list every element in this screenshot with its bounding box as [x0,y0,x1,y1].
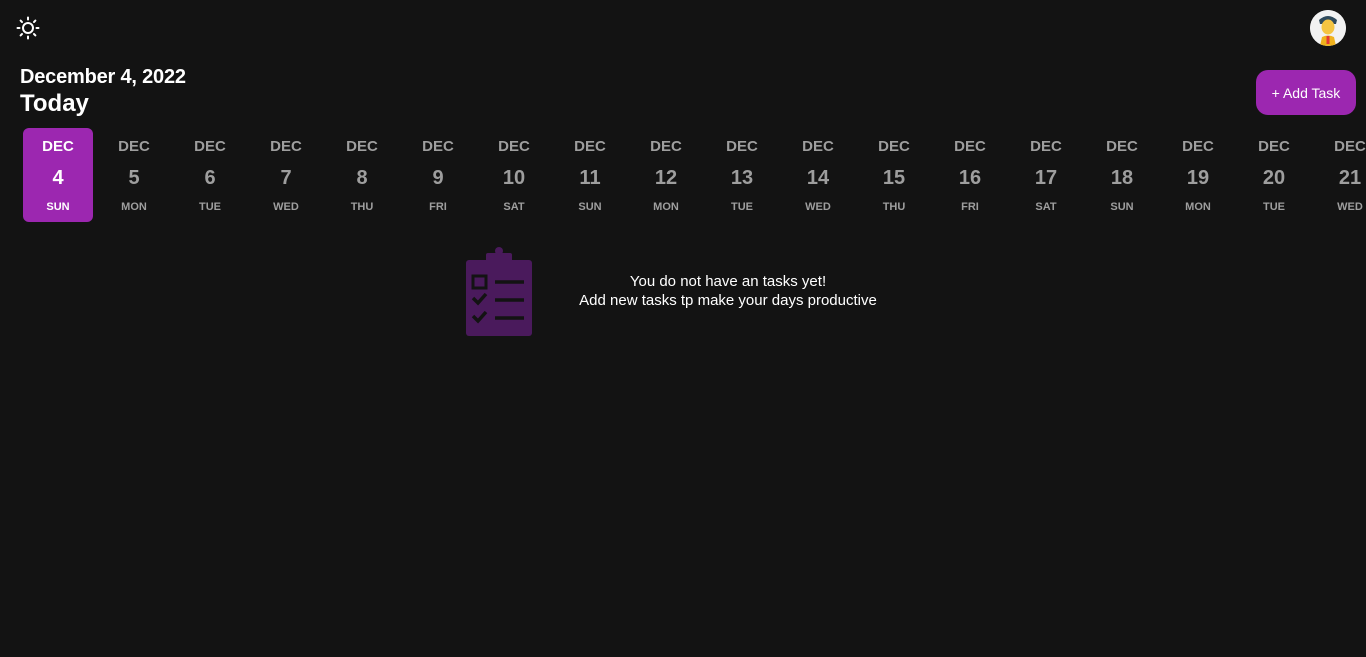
date-item-day: 14 [806,167,830,189]
date-item-day: 11 [579,167,601,189]
date-item-month: DEC [422,138,454,155]
date-item-month: DEC [954,138,986,155]
empty-state-title: You do not have an tasks yet! [629,273,827,290]
date-item-day: 21 [1338,167,1362,189]
empty-state-message: You do not have an tasks yet! Add new ta… [548,272,908,310]
date-item-weekday: WED [273,201,299,213]
add-task-button[interactable]: + Add Task [1256,70,1356,115]
date-item[interactable]: DEC 16 FRI [935,128,1005,222]
top-bar [0,0,1366,56]
date-item-month: DEC [118,138,150,155]
date-item[interactable]: DEC 18 SUN [1087,128,1157,222]
date-item-day: 12 [654,167,678,189]
date-item-weekday: WED [1337,201,1363,213]
date-item-day: 17 [1034,167,1058,189]
date-item[interactable]: DEC 6 TUE [175,128,245,222]
sun-icon[interactable] [16,16,40,40]
date-item-day: 16 [958,167,982,189]
date-item-month: DEC [42,138,74,155]
date-item-weekday: SUN [46,201,70,213]
date-item-month: DEC [650,138,682,155]
date-item-month: DEC [1334,138,1366,155]
date-item-weekday: THU [350,201,374,213]
date-item[interactable]: DEC 8 THU [327,128,397,222]
date-item-weekday: THU [882,201,906,213]
date-item[interactable]: DEC 20 TUE [1239,128,1309,222]
date-item[interactable]: DEC 11 SUN [555,128,625,222]
date-item-weekday: WED [805,201,831,213]
date-item-weekday: FRI [961,201,979,213]
date-item-day: 13 [730,167,754,189]
user-avatar-icon[interactable] [1310,10,1346,46]
date-item-weekday: FRI [429,201,447,213]
date-item-weekday: SUN [578,201,602,213]
date-item-day: 4 [52,167,64,189]
date-item-day: 9 [432,167,444,189]
date-item-day: 20 [1262,167,1286,189]
date-item[interactable]: DEC 13 TUE [707,128,777,222]
empty-state-subtitle: Add new tasks tp make your days producti… [579,292,877,309]
date-item-month: DEC [878,138,910,155]
date-item-weekday: TUE [731,201,753,213]
date-item-day: 7 [280,167,292,189]
date-item-weekday: TUE [1263,201,1285,213]
date-item-month: DEC [574,138,606,155]
date-item-day: 10 [502,167,526,189]
page-title: Today [20,90,89,117]
date-item[interactable]: DEC 5 MON [99,128,169,222]
date-item[interactable]: DEC 12 MON [631,128,701,222]
date-item-weekday: SAT [503,201,525,213]
date-item-weekday: MON [121,201,147,213]
date-item-weekday: MON [653,201,679,213]
date-item[interactable]: DEC 14 WED [783,128,853,222]
date-item-day: 8 [356,167,368,189]
date-item-month: DEC [802,138,834,155]
date-item-month: DEC [1258,138,1290,155]
date-item-weekday: MON [1185,201,1211,213]
date-item-day: 5 [128,167,140,189]
date-item-day: 19 [1186,167,1210,189]
date-item-day: 18 [1110,167,1134,189]
date-strip: DEC 4 SUN DEC 5 MON DEC 6 TUE DEC 7 WED DEC 8 THU DEC 9 F… [23,128,1366,222]
date-item-month: DEC [726,138,758,155]
date-item[interactable]: DEC 21 WED [1315,128,1366,222]
date-item-day: 15 [882,167,906,189]
date-item[interactable]: DEC 4 SUN [23,128,93,222]
date-item[interactable]: DEC 19 MON [1163,128,1233,222]
date-item-month: DEC [1182,138,1214,155]
date-item[interactable]: DEC 10 SAT [479,128,549,222]
date-item-weekday: TUE [199,201,221,213]
date-item[interactable]: DEC 17 SAT [1011,128,1081,222]
date-item-weekday: SAT [1035,201,1057,213]
date-item[interactable]: DEC 15 THU [859,128,929,222]
clipboard-checklist-icon [464,246,534,338]
date-item-month: DEC [346,138,378,155]
date-item-month: DEC [498,138,530,155]
current-date: December 4, 2022 [20,66,186,88]
date-item-weekday: SUN [1110,201,1134,213]
date-item[interactable]: DEC 9 FRI [403,128,473,222]
date-item[interactable]: DEC 7 WED [251,128,321,222]
date-item-month: DEC [1106,138,1138,155]
date-item-month: DEC [270,138,302,155]
date-item-month: DEC [1030,138,1062,155]
date-item-day: 6 [204,167,216,189]
date-item-month: DEC [194,138,226,155]
